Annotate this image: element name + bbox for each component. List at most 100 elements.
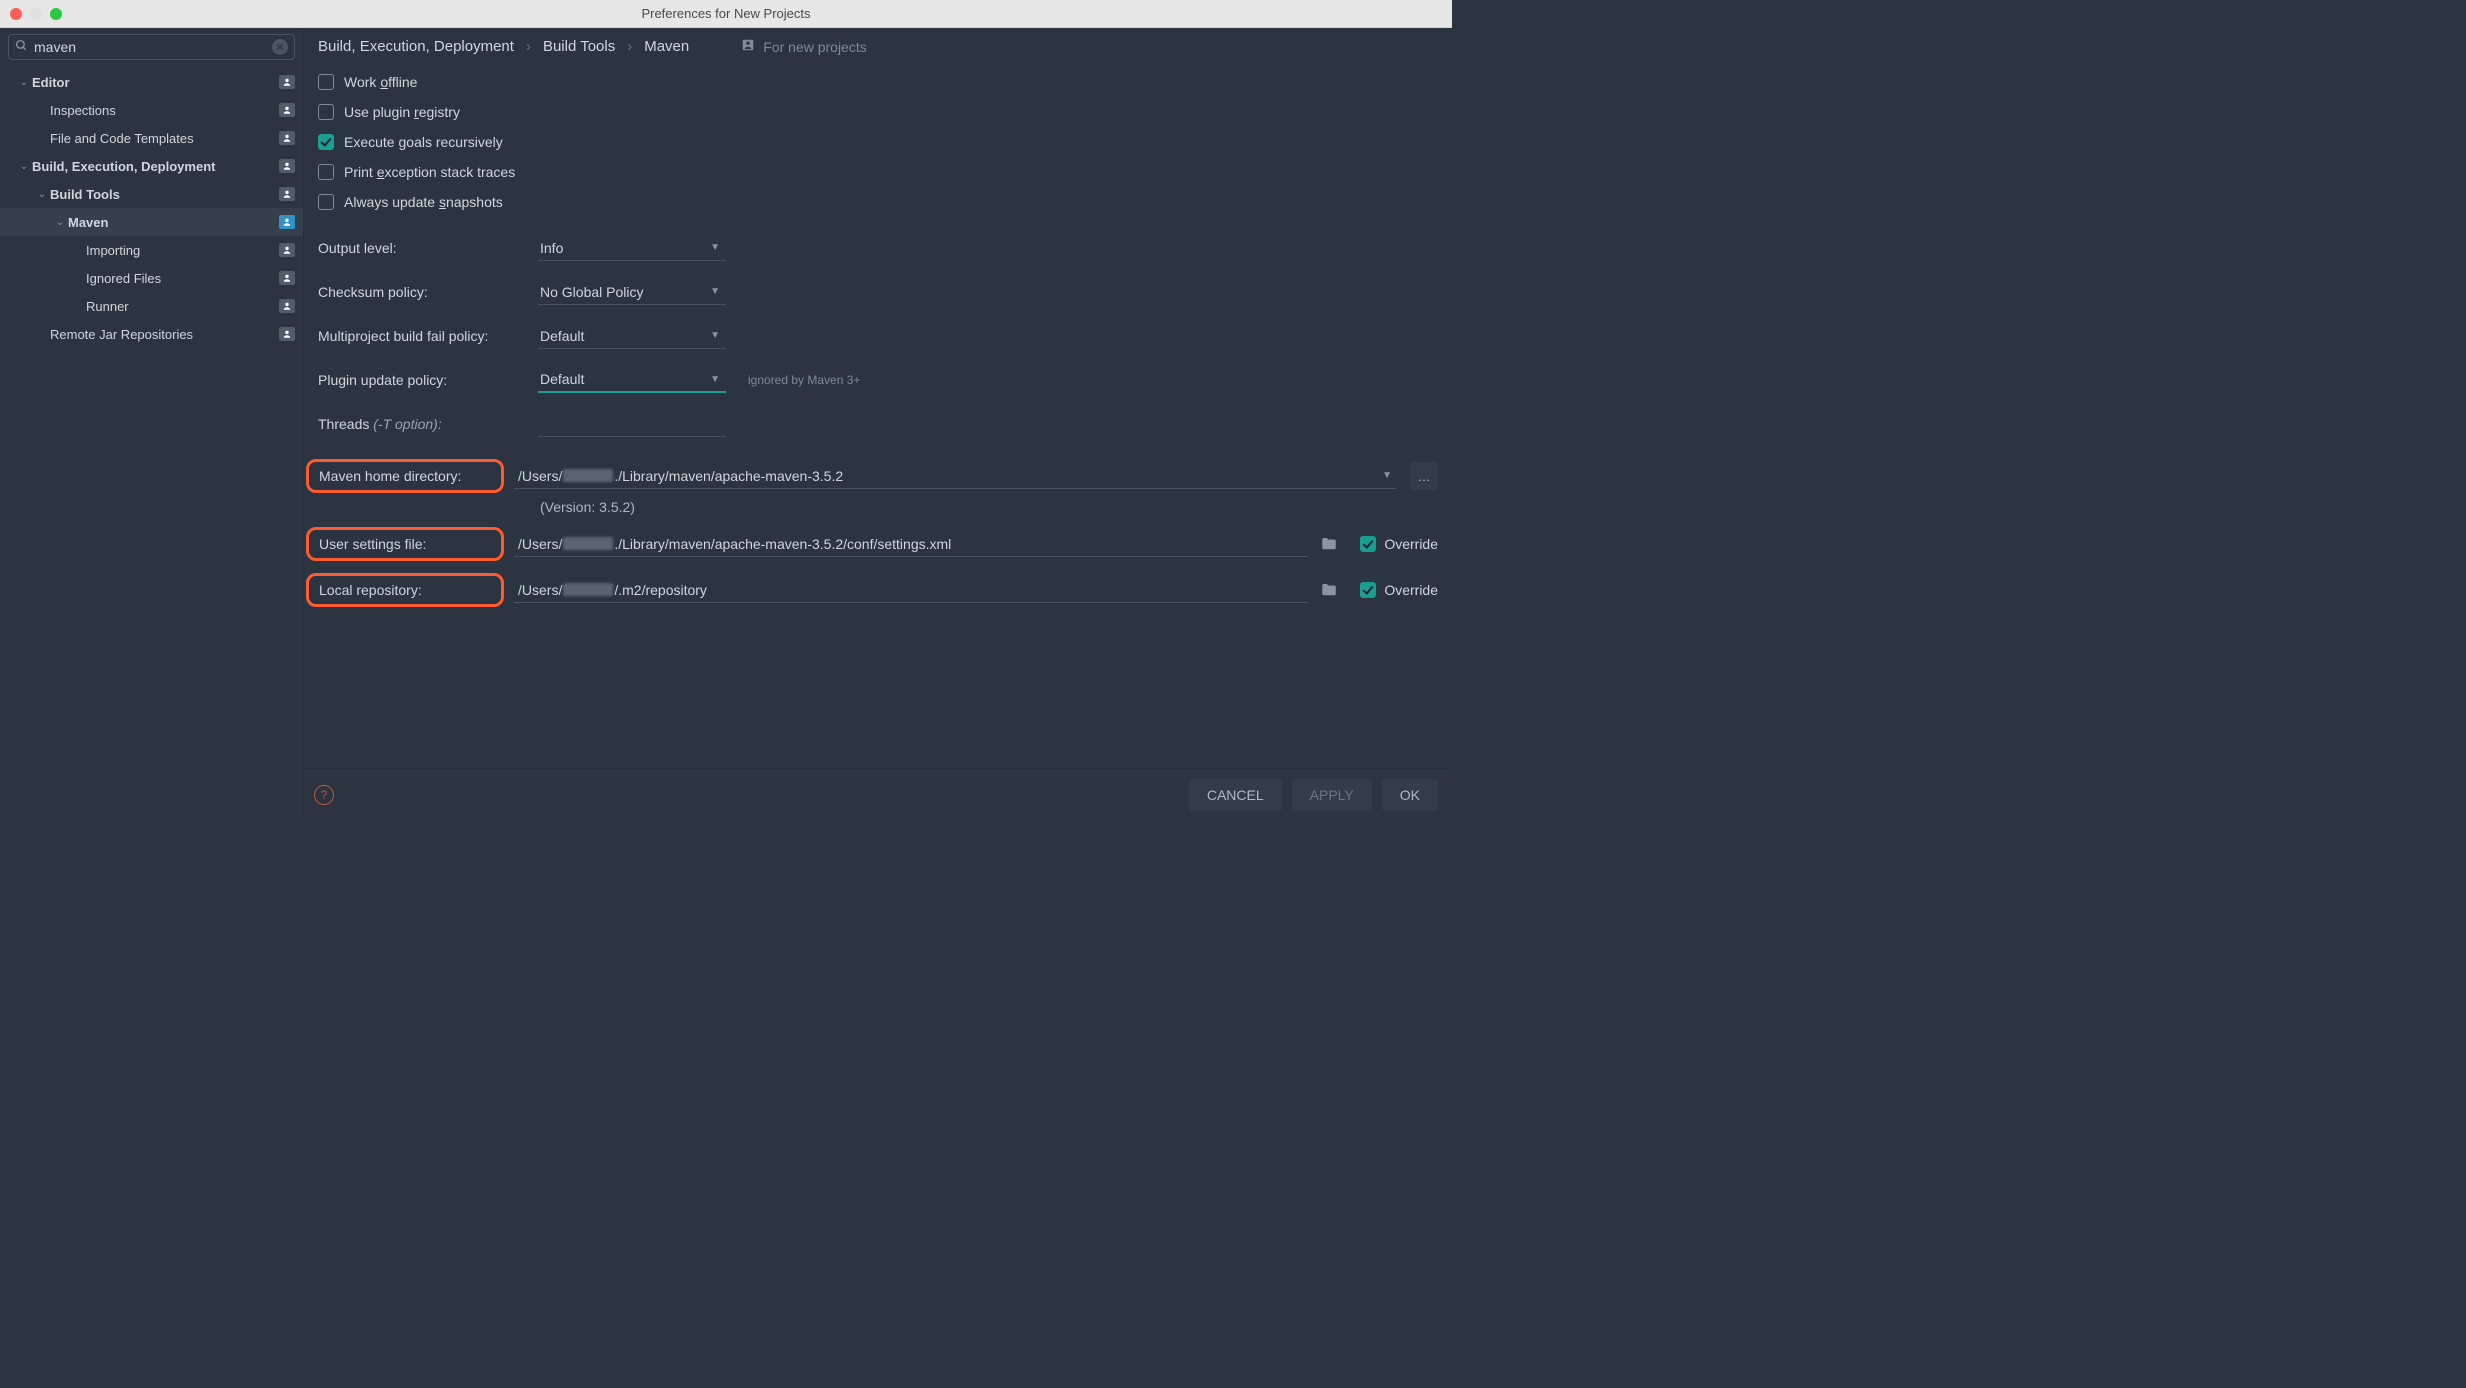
main-panel: Build, Execution, Deployment › Build Too… [304,28,1452,820]
chevron-right-icon: › [627,38,632,55]
settings-content: Work offline Use plugin registry Execute… [304,63,1452,768]
user-settings-override-checkbox[interactable] [1360,536,1376,552]
redacted-text [563,537,613,550]
breadcrumb: Build, Execution, Deployment › Build Too… [304,28,1452,63]
sidebar-item-label: Importing [86,243,279,258]
plugin-update-hint: ignored by Maven 3+ [748,373,860,387]
sidebar-item-label: Maven [68,215,279,230]
plugin-update-label: Plugin update policy: [318,372,528,388]
sidebar-item-inspections[interactable]: Inspections [0,96,303,124]
zoom-window-button[interactable] [50,8,62,20]
profile-icon [279,103,295,117]
sidebar-item-build-tools[interactable]: ⌄Build Tools [0,180,303,208]
redacted-text [563,583,613,596]
apply-button[interactable]: APPLY [1292,779,1372,811]
output-level-label: Output level: [318,240,528,256]
profile-icon [279,243,295,257]
multi-fail-select[interactable]: Default▼ [538,323,726,349]
search-box[interactable]: ✕ [8,34,295,60]
print-stack-label: Print exception stack traces [344,164,515,180]
checksum-policy-label: Checksum policy: [318,284,528,300]
sidebar-item-label: Inspections [50,103,279,118]
maven-home-field[interactable]: /Users/./Library/maven/apache-maven-3.5.… [514,463,1396,489]
chevron-down-icon: ⌄ [16,77,32,88]
local-repo-label: Local repository: [306,573,504,607]
exec-recursive-checkbox[interactable] [318,134,334,150]
user-settings-field[interactable]: /Users/./Library/maven/apache-maven-3.5.… [514,531,1308,557]
chevron-down-icon: ⌄ [34,189,50,200]
chevron-down-icon: ▼ [710,330,720,341]
window-title: Preferences for New Projects [0,6,1452,21]
close-window-button[interactable] [10,8,22,20]
chevron-down-icon: ⌄ [52,217,68,228]
sidebar-item-maven[interactable]: ⌄Maven [0,208,303,236]
chevron-down-icon: ▼ [710,286,720,297]
chevron-right-icon: › [526,38,531,55]
exec-recursive-label: Execute goals recursively [344,134,503,150]
sidebar-item-runner[interactable]: Runner [0,292,303,320]
footer: ? CANCEL APPLY OK [304,768,1452,820]
work-offline-checkbox[interactable] [318,74,334,90]
profile-icon [279,327,295,341]
profile-icon [279,187,295,201]
minimize-window-button [30,8,42,20]
plugin-registry-label: Use plugin registry [344,104,460,120]
user-settings-label: User settings file: [306,527,504,561]
sidebar: ✕ ⌄EditorInspectionsFile and Code Templa… [0,28,304,820]
sidebar-item-ignored-files[interactable]: Ignored Files [0,264,303,292]
browse-maven-home-button[interactable]: … [1410,462,1438,490]
sidebar-item-importing[interactable]: Importing [0,236,303,264]
redacted-text [563,469,613,482]
sidebar-item-label: Build, Execution, Deployment [32,159,279,174]
sidebar-item-build-execution-deployment[interactable]: ⌄Build, Execution, Deployment [0,152,303,180]
profile-icon [279,299,295,313]
profile-icon [279,75,295,89]
maven-home-label: Maven home directory: [306,459,504,493]
update-snapshots-label: Always update snapshots [344,194,503,210]
bc-2[interactable]: Build Tools [543,38,615,55]
print-stack-checkbox[interactable] [318,164,334,180]
profile-icon [279,215,295,229]
scope-indicator: For new projects [741,38,866,55]
sidebar-item-label: Runner [86,299,279,314]
sidebar-item-label: File and Code Templates [50,131,279,146]
titlebar: Preferences for New Projects [0,0,1452,28]
clear-search-icon[interactable]: ✕ [272,39,288,55]
settings-tree: ⌄EditorInspectionsFile and Code Template… [0,66,303,820]
update-snapshots-checkbox[interactable] [318,194,334,210]
chevron-down-icon[interactable]: ▼ [1382,470,1392,481]
chevron-down-icon: ⌄ [16,161,32,172]
profile-icon [279,159,295,173]
bc-1[interactable]: Build, Execution, Deployment [318,38,514,55]
local-repo-field[interactable]: /Users//.m2/repository [514,577,1308,603]
scope-text: For new projects [763,39,866,55]
user-settings-override-label: Override [1384,536,1438,552]
search-input[interactable] [34,39,266,55]
local-repo-override-checkbox[interactable] [1360,582,1376,598]
browse-user-settings-button[interactable] [1318,533,1340,555]
sidebar-item-file-and-code-templates[interactable]: File and Code Templates [0,124,303,152]
cancel-button[interactable]: CANCEL [1189,779,1282,811]
threads-label: Threads (-T option): [318,416,528,432]
sidebar-item-editor[interactable]: ⌄Editor [0,68,303,96]
threads-input[interactable] [538,411,726,437]
local-repo-override-label: Override [1384,582,1438,598]
checksum-policy-select[interactable]: No Global Policy▼ [538,279,726,305]
bc-3[interactable]: Maven [644,38,689,55]
ok-button[interactable]: OK [1382,779,1438,811]
multi-fail-label: Multiproject build fail policy: [318,328,528,344]
maven-version-note: (Version: 3.5.2) [540,499,1438,515]
sidebar-item-label: Build Tools [50,187,279,202]
help-button[interactable]: ? [314,785,334,805]
sidebar-item-label: Editor [32,75,279,90]
chevron-down-icon: ▼ [710,242,720,253]
sidebar-item-label: Remote Jar Repositories [50,327,279,342]
output-level-select[interactable]: Info▼ [538,235,726,261]
profile-icon [279,271,295,285]
work-offline-label: Work offline [344,74,417,90]
plugin-update-select[interactable]: Default▼ [538,367,726,393]
plugin-registry-checkbox[interactable] [318,104,334,120]
browse-local-repo-button[interactable] [1318,579,1340,601]
profile-icon [741,38,755,55]
sidebar-item-remote-jar-repositories[interactable]: Remote Jar Repositories [0,320,303,348]
